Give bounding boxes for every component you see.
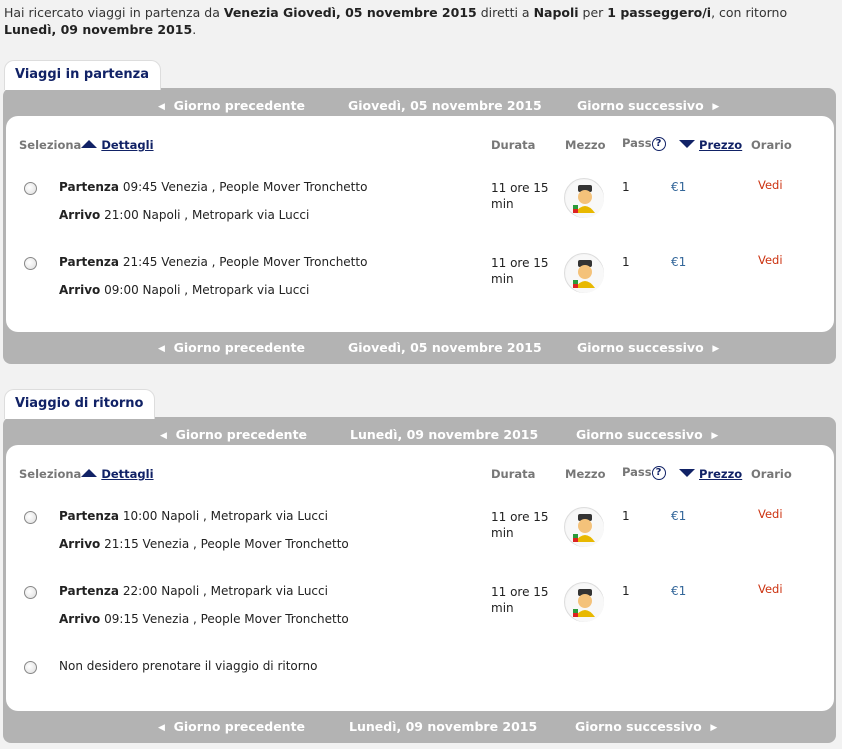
arrival-line: Arrivo 09:15 Venezia , People Mover Tron…	[59, 612, 349, 626]
duration: 11 ore 15 min	[491, 510, 549, 540]
departure-line: Partenza 22:00 Napoli , Metropark via Lu…	[59, 584, 328, 598]
select-radio[interactable]	[24, 511, 37, 524]
bus-driver-mascot-icon	[564, 178, 604, 218]
inbound-panel: ◀ Giorno precedente Lunedì, 09 novembre …	[3, 417, 836, 743]
next-day-link[interactable]: Giorno successivo ▶	[575, 714, 717, 742]
triangle-left-icon: ◀	[158, 723, 165, 733]
prezzo-sort-link[interactable]: Prezzo	[699, 138, 742, 152]
col-seleziona: Seleziona Dettagli	[19, 467, 154, 481]
col-durata: Durata	[491, 467, 536, 481]
price: €1	[671, 180, 687, 194]
no-return-radio[interactable]	[24, 661, 37, 674]
triangle-right-icon: ▶	[712, 102, 720, 112]
prev-day-link[interactable]: ◀ Giorno precedente	[158, 335, 305, 363]
triangle-left-icon: ◀	[158, 102, 165, 112]
col-mezzo: Mezzo	[565, 467, 606, 481]
arrival-line: Arrivo 09:00 Napoli , Metropark via Lucc…	[59, 283, 310, 297]
bus-driver-mascot-icon	[564, 582, 604, 622]
triangle-down-icon	[679, 140, 695, 148]
duration: 11 ore 15 min	[491, 585, 549, 615]
passengers: 1	[622, 255, 630, 269]
col-durata: Durata	[491, 138, 536, 152]
triangle-up-icon	[81, 469, 98, 477]
col-orario: Orario	[751, 138, 792, 152]
search-summary: Hai ricercato viaggi in partenza da Vene…	[4, 5, 788, 37]
outbound-panel: ◀ Giorno precedente Giovedì, 05 novembre…	[3, 88, 836, 364]
triangle-down-icon	[679, 469, 695, 477]
prev-day-link[interactable]: ◀ Giorno precedente	[158, 714, 305, 742]
current-date: Lunedì, 09 novembre 2015	[349, 719, 538, 734]
col-prezzo[interactable]: Prezzo	[679, 138, 742, 152]
col-prezzo[interactable]: Prezzo	[679, 467, 742, 481]
select-radio[interactable]	[24, 586, 37, 599]
departure-line: Partenza 21:45 Venezia , People Mover Tr…	[59, 255, 368, 269]
triangle-right-icon: ▶	[712, 344, 720, 354]
outbound-bottom-nav: ◀ Giorno precedente Giovedì, 05 novembre…	[3, 335, 836, 361]
inbound-bottom-nav: ◀ Giorno precedente Lunedì, 09 novembre …	[3, 714, 836, 740]
departure-line: Partenza 10:00 Napoli , Metropark via Lu…	[59, 509, 328, 523]
passengers: 1	[622, 584, 630, 598]
price: €1	[671, 584, 687, 598]
col-pass: Pass?	[622, 465, 666, 480]
triangle-left-icon: ◀	[158, 344, 165, 354]
no-return-label: Non desidero prenotare il viaggio di rit…	[59, 659, 318, 673]
arrival-line: Arrivo 21:00 Napoli , Metropark via Lucc…	[59, 208, 310, 222]
tab-outbound: Viaggi in partenza	[4, 60, 162, 90]
question-circle-icon[interactable]: ?	[651, 466, 666, 480]
bus-driver-mascot-icon	[564, 253, 604, 293]
vedi-link[interactable]: Vedi	[758, 507, 783, 521]
vedi-link[interactable]: Vedi	[758, 178, 783, 192]
col-mezzo: Mezzo	[565, 138, 606, 152]
col-orario: Orario	[751, 467, 792, 481]
bus-driver-mascot-icon	[564, 507, 604, 547]
departure-line: Partenza 09:45 Venezia , People Mover Tr…	[59, 180, 368, 194]
price: €1	[671, 509, 687, 523]
tab-inbound: Viaggio di ritorno	[4, 389, 156, 419]
arrival-line: Arrivo 21:15 Venezia , People Mover Tron…	[59, 537, 349, 551]
vedi-link[interactable]: Vedi	[758, 582, 783, 596]
duration: 11 ore 15 min	[491, 181, 549, 211]
duration: 11 ore 15 min	[491, 256, 549, 286]
col-seleziona: Seleziona Dettagli	[19, 138, 154, 152]
current-date: Giovedì, 05 novembre 2015	[348, 340, 542, 355]
price: €1	[671, 255, 687, 269]
passengers: 1	[622, 180, 630, 194]
select-radio[interactable]	[24, 257, 37, 270]
vedi-link[interactable]: Vedi	[758, 253, 783, 267]
triangle-up-icon	[81, 140, 98, 148]
triangle-right-icon: ▶	[711, 431, 719, 441]
dettagli-link[interactable]: Dettagli	[101, 138, 153, 152]
col-pass: Pass?	[622, 136, 666, 151]
passengers: 1	[622, 509, 630, 523]
outbound-results: Seleziona Dettagli Durata Mezzo Pass? Pr…	[6, 116, 834, 332]
question-circle-icon[interactable]: ?	[651, 137, 666, 151]
prezzo-sort-link[interactable]: Prezzo	[699, 467, 742, 481]
next-day-link[interactable]: Giorno successivo ▶	[577, 335, 719, 363]
inbound-results: Seleziona Dettagli Durata Mezzo Pass? Pr…	[6, 445, 834, 711]
select-radio[interactable]	[24, 182, 37, 195]
triangle-left-icon: ◀	[160, 431, 167, 441]
dettagli-link[interactable]: Dettagli	[101, 467, 153, 481]
triangle-right-icon: ▶	[710, 723, 718, 733]
